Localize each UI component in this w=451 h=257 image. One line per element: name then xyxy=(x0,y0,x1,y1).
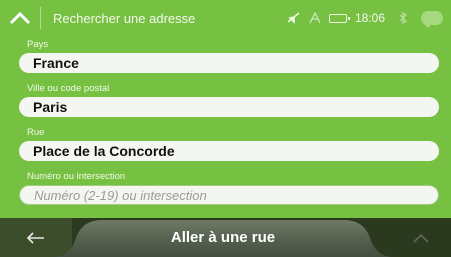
street-field[interactable]: Place de la Concorde xyxy=(19,141,439,161)
chevron-up-icon xyxy=(413,233,429,243)
battery-icon xyxy=(328,13,350,23)
country-label: Pays xyxy=(27,39,49,50)
arrow-left-icon xyxy=(26,231,44,244)
chevron-up-icon xyxy=(9,11,31,25)
search-title: Rechercher une adresse xyxy=(53,10,196,26)
country-field[interactable]: France xyxy=(19,53,439,73)
bluetooth-icon xyxy=(399,12,407,24)
address-form: Pays France Ville ou code postal Paris R… xyxy=(0,36,451,218)
go-to-street-button[interactable]: Aller à une rue xyxy=(52,218,394,257)
bottom-bar: Aller à une rue xyxy=(0,218,451,257)
up-button[interactable] xyxy=(391,218,451,257)
message-icon[interactable] xyxy=(421,11,443,28)
header-divider xyxy=(40,7,41,29)
number-label: Numéro ou intersection xyxy=(27,171,126,182)
status-icons: 18:06 xyxy=(287,11,451,28)
city-field[interactable]: Paris xyxy=(19,97,439,117)
menu-up-button[interactable] xyxy=(0,0,40,36)
clock: 18:06 xyxy=(354,11,385,25)
text-size-icon xyxy=(309,12,321,24)
number-field[interactable]: Numéro (2-19) ou intersection xyxy=(19,185,439,205)
city-label: Ville ou code postal xyxy=(27,83,110,94)
main-button-label: Aller à une rue xyxy=(170,229,276,246)
gps-off-icon xyxy=(287,12,301,24)
street-label: Rue xyxy=(27,127,45,138)
top-bar: Rechercher une adresse 18:06 xyxy=(0,0,451,36)
